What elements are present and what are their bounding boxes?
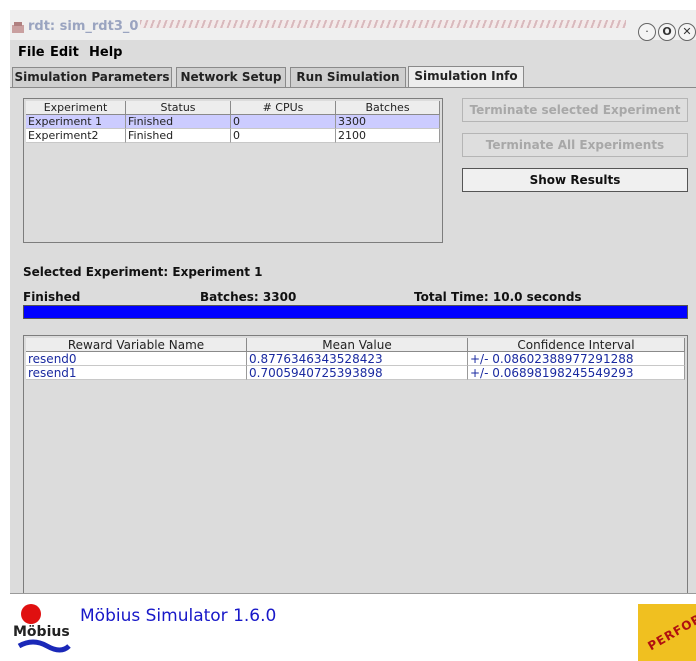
title-bar[interactable]: rdt: sim_rdt3_0 · O ✕ bbox=[10, 10, 696, 41]
progress-bar bbox=[23, 305, 688, 319]
tab-simulation-parameters[interactable]: Simulation Parameters bbox=[12, 67, 172, 87]
show-results-button[interactable]: Show Results bbox=[462, 168, 688, 192]
column-header-cpus[interactable]: # CPUs bbox=[231, 101, 336, 115]
progress-bar-fill bbox=[24, 306, 687, 318]
confidence-interval-cell: +/- 0.08602388977291288 bbox=[468, 352, 685, 366]
column-header-batches[interactable]: Batches bbox=[336, 101, 440, 115]
window-title: rdt: sim_rdt3_0 bbox=[28, 19, 139, 34]
selected-total-time: Total Time: 10.0 seconds bbox=[414, 290, 582, 304]
column-header-experiment[interactable]: Experiment bbox=[26, 101, 126, 115]
menu-help[interactable]: Help bbox=[89, 45, 122, 60]
table-row[interactable]: Experiment2 Finished 0 2100 bbox=[26, 129, 440, 143]
experiment-name-cell: Experiment 1 bbox=[26, 115, 126, 129]
table-row[interactable]: resend1 0.7005940725393898 +/- 0.0689819… bbox=[26, 366, 685, 380]
tab-simulation-info[interactable]: Simulation Info bbox=[408, 66, 524, 88]
confidence-interval-cell: +/- 0.06898198245549293 bbox=[468, 366, 685, 380]
reward-name-cell: resend0 bbox=[26, 352, 247, 366]
mobius-logo-text: Möbius bbox=[13, 624, 70, 640]
mean-value-cell: 0.8776346343528423 bbox=[247, 352, 468, 366]
column-header-confidence-interval[interactable]: Confidence Interval bbox=[468, 338, 685, 352]
app-window: rdt: sim_rdt3_0 · O ✕ File Edit Help Sim… bbox=[10, 10, 696, 661]
batches-cell: 3300 bbox=[336, 115, 440, 129]
experiment-name-cell: Experiment2 bbox=[26, 129, 126, 143]
reward-name-cell: resend1 bbox=[26, 366, 247, 380]
mean-value-cell: 0.7005940725393898 bbox=[247, 366, 468, 380]
terminate-selected-button[interactable]: Terminate selected Experiment bbox=[462, 98, 688, 122]
column-header-status[interactable]: Status bbox=[126, 101, 231, 115]
table-row[interactable]: resend0 0.8776346343528423 +/- 0.0860238… bbox=[26, 352, 685, 366]
status-cell: Finished bbox=[126, 129, 231, 143]
product-name: Möbius Simulator 1.6.0 bbox=[80, 606, 277, 626]
cpus-cell: 0 bbox=[231, 129, 336, 143]
perform-logo-icon: PERFORM bbox=[638, 604, 696, 661]
experiment-table[interactable]: Experiment Status # CPUs Batches Experim… bbox=[23, 98, 443, 243]
batches-cell: 2100 bbox=[336, 129, 440, 143]
cpus-cell: 0 bbox=[231, 115, 336, 129]
maximize-icon[interactable]: O bbox=[658, 23, 676, 41]
title-bar-stripes bbox=[140, 20, 626, 28]
close-icon[interactable]: ✕ bbox=[678, 23, 696, 41]
selected-status: Finished bbox=[23, 290, 81, 304]
status-cell: Finished bbox=[126, 115, 231, 129]
menu-edit[interactable]: Edit bbox=[50, 45, 79, 60]
menu-file[interactable]: File bbox=[18, 45, 45, 60]
column-header-mean-value[interactable]: Mean Value bbox=[247, 338, 468, 352]
minimize-icon[interactable]: · bbox=[638, 23, 656, 41]
column-header-reward-variable[interactable]: Reward Variable Name bbox=[26, 338, 247, 352]
app-icon[interactable] bbox=[12, 22, 26, 34]
results-table[interactable]: Reward Variable Name Mean Value Confiden… bbox=[23, 335, 688, 595]
tab-network-setup[interactable]: Network Setup bbox=[176, 67, 286, 87]
selected-experiment-heading: Selected Experiment: Experiment 1 bbox=[23, 265, 263, 279]
terminate-all-button[interactable]: Terminate All Experiments bbox=[462, 133, 688, 157]
selected-batches: Batches: 3300 bbox=[200, 290, 297, 304]
table-row[interactable]: Experiment 1 Finished 0 3300 bbox=[26, 115, 440, 129]
tab-divider bbox=[10, 87, 696, 88]
footer-banner: Möbius Möbius Simulator 1.6.0 PERFORM bbox=[10, 593, 696, 661]
tab-run-simulation[interactable]: Run Simulation bbox=[290, 67, 406, 87]
